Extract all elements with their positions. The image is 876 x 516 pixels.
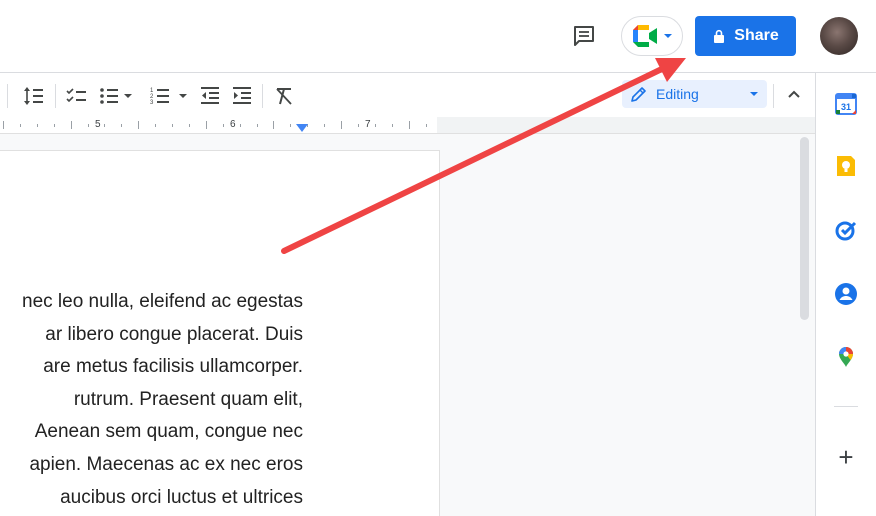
ruler-tick: [19, 124, 21, 127]
ruler-tick: [70, 121, 72, 129]
ruler-tick: [341, 121, 342, 129]
clear-formatting-icon: [276, 88, 292, 105]
ruler-tick: [239, 124, 241, 127]
ruler-tick: [138, 121, 140, 129]
checklist-icon: [66, 88, 86, 103]
ruler-tick: [374, 124, 376, 127]
ruler-tick: [324, 124, 326, 127]
google-meet-icon: [633, 25, 657, 47]
document-line: apien. Maecenas ac ex nec eros: [29, 453, 303, 475]
chevron-down-icon: [179, 94, 187, 98]
document-line: are metus facilisis ullamcorper.: [43, 356, 303, 378]
chevron-down-icon: [750, 92, 758, 96]
decrease-indent-button[interactable]: [198, 84, 222, 108]
plus-icon: +: [838, 441, 854, 472]
share-button[interactable]: Share: [695, 16, 796, 56]
ruler-number: 6: [230, 119, 236, 130]
ruler-tick: [357, 124, 359, 127]
chevron-down-icon: [124, 94, 132, 98]
right-indent-marker[interactable]: [296, 124, 308, 132]
toolbar-divider: [55, 84, 56, 108]
ruler-tick: [408, 121, 410, 129]
comment-icon: [574, 26, 594, 46]
clear-formatting-button[interactable]: [272, 84, 296, 108]
numbered-list-icon: 1 2 3: [150, 88, 169, 106]
avatar[interactable]: [820, 17, 858, 55]
document-body[interactable]: nec leo nulla, eleifend ac egestas ar li…: [0, 286, 303, 514]
contacts-button[interactable]: [833, 281, 859, 307]
ruler-tick: [155, 124, 157, 127]
ruler-tick: [273, 121, 275, 129]
bulleted-list-icon: [100, 88, 118, 104]
comment-history-button[interactable]: [566, 18, 602, 54]
ruler-tick: [425, 124, 427, 127]
share-label: Share: [734, 27, 779, 44]
decrease-indent-icon: [201, 87, 219, 104]
checklist-button[interactable]: [64, 84, 88, 108]
numbered-list-button[interactable]: 1 2 3: [148, 84, 172, 108]
google-tasks-icon: [835, 221, 857, 241]
ruler-tick: [205, 121, 207, 129]
svg-text:3: 3: [150, 100, 154, 106]
bulleted-list-menu[interactable]: [121, 84, 135, 108]
document-line: ar libero congue placerat. Duis: [45, 323, 303, 345]
ruler-number: 5: [95, 119, 101, 130]
maps-button[interactable]: [833, 343, 859, 369]
meet-button[interactable]: [621, 16, 683, 56]
ruler-tick: [222, 124, 224, 127]
keep-button[interactable]: [833, 153, 859, 179]
document-line: rutrum. Praesent quam elit,: [73, 388, 303, 410]
chevron-down-icon: [664, 34, 672, 38]
increase-indent-icon: [233, 87, 251, 104]
ruler-tick: [256, 124, 258, 127]
editing-mode-label: Editing: [656, 86, 699, 102]
bulleted-list-button[interactable]: [97, 84, 121, 108]
ruler-tick: [87, 124, 89, 127]
line-spacing-button[interactable]: [21, 84, 45, 108]
ruler-tick: [36, 124, 38, 127]
toolbar-divider: [262, 84, 263, 108]
lock-icon: [714, 29, 725, 43]
increase-indent-button[interactable]: [230, 84, 254, 108]
ruler-tick: [188, 124, 190, 127]
side-panel-divider: [834, 406, 858, 407]
pencil-icon: [631, 87, 646, 102]
get-add-ons-button[interactable]: +: [833, 441, 859, 472]
google-maps-icon: [839, 347, 853, 367]
hide-menus-button[interactable]: [782, 82, 806, 106]
vertical-scrollbar[interactable]: [800, 137, 809, 320]
ruler-tick: [3, 121, 4, 129]
chevron-up-icon: [788, 90, 800, 98]
toolbar-divider: [7, 84, 8, 108]
calendar-button[interactable]: 31: [833, 91, 859, 117]
line-spacing-icon: [24, 87, 43, 105]
tasks-button[interactable]: [833, 217, 859, 243]
svg-text:31: 31: [841, 102, 851, 112]
ruler-tick: [104, 124, 106, 127]
ruler-tick: [290, 124, 292, 127]
google-calendar-icon: 31: [835, 93, 857, 115]
google-keep-icon: [837, 156, 855, 176]
google-contacts-icon: [835, 283, 857, 305]
ruler-page-area: [0, 117, 437, 134]
document-line: nec leo nulla, eleifend ac egestas: [22, 291, 303, 312]
document-line: aucibus orci luctus et ultrices: [60, 486, 303, 508]
ruler-number: 7: [365, 119, 371, 130]
ruler-tick: [172, 124, 173, 127]
editing-mode-dropdown[interactable]: Editing: [622, 80, 767, 108]
ruler-tick: [53, 124, 55, 127]
ruler-tick: [391, 124, 393, 127]
numbered-list-menu[interactable]: [176, 84, 190, 108]
toolbar-divider: [773, 84, 774, 108]
document-line: Aenean sem quam, congue nec: [34, 421, 303, 443]
ruler-tick: [121, 124, 123, 127]
